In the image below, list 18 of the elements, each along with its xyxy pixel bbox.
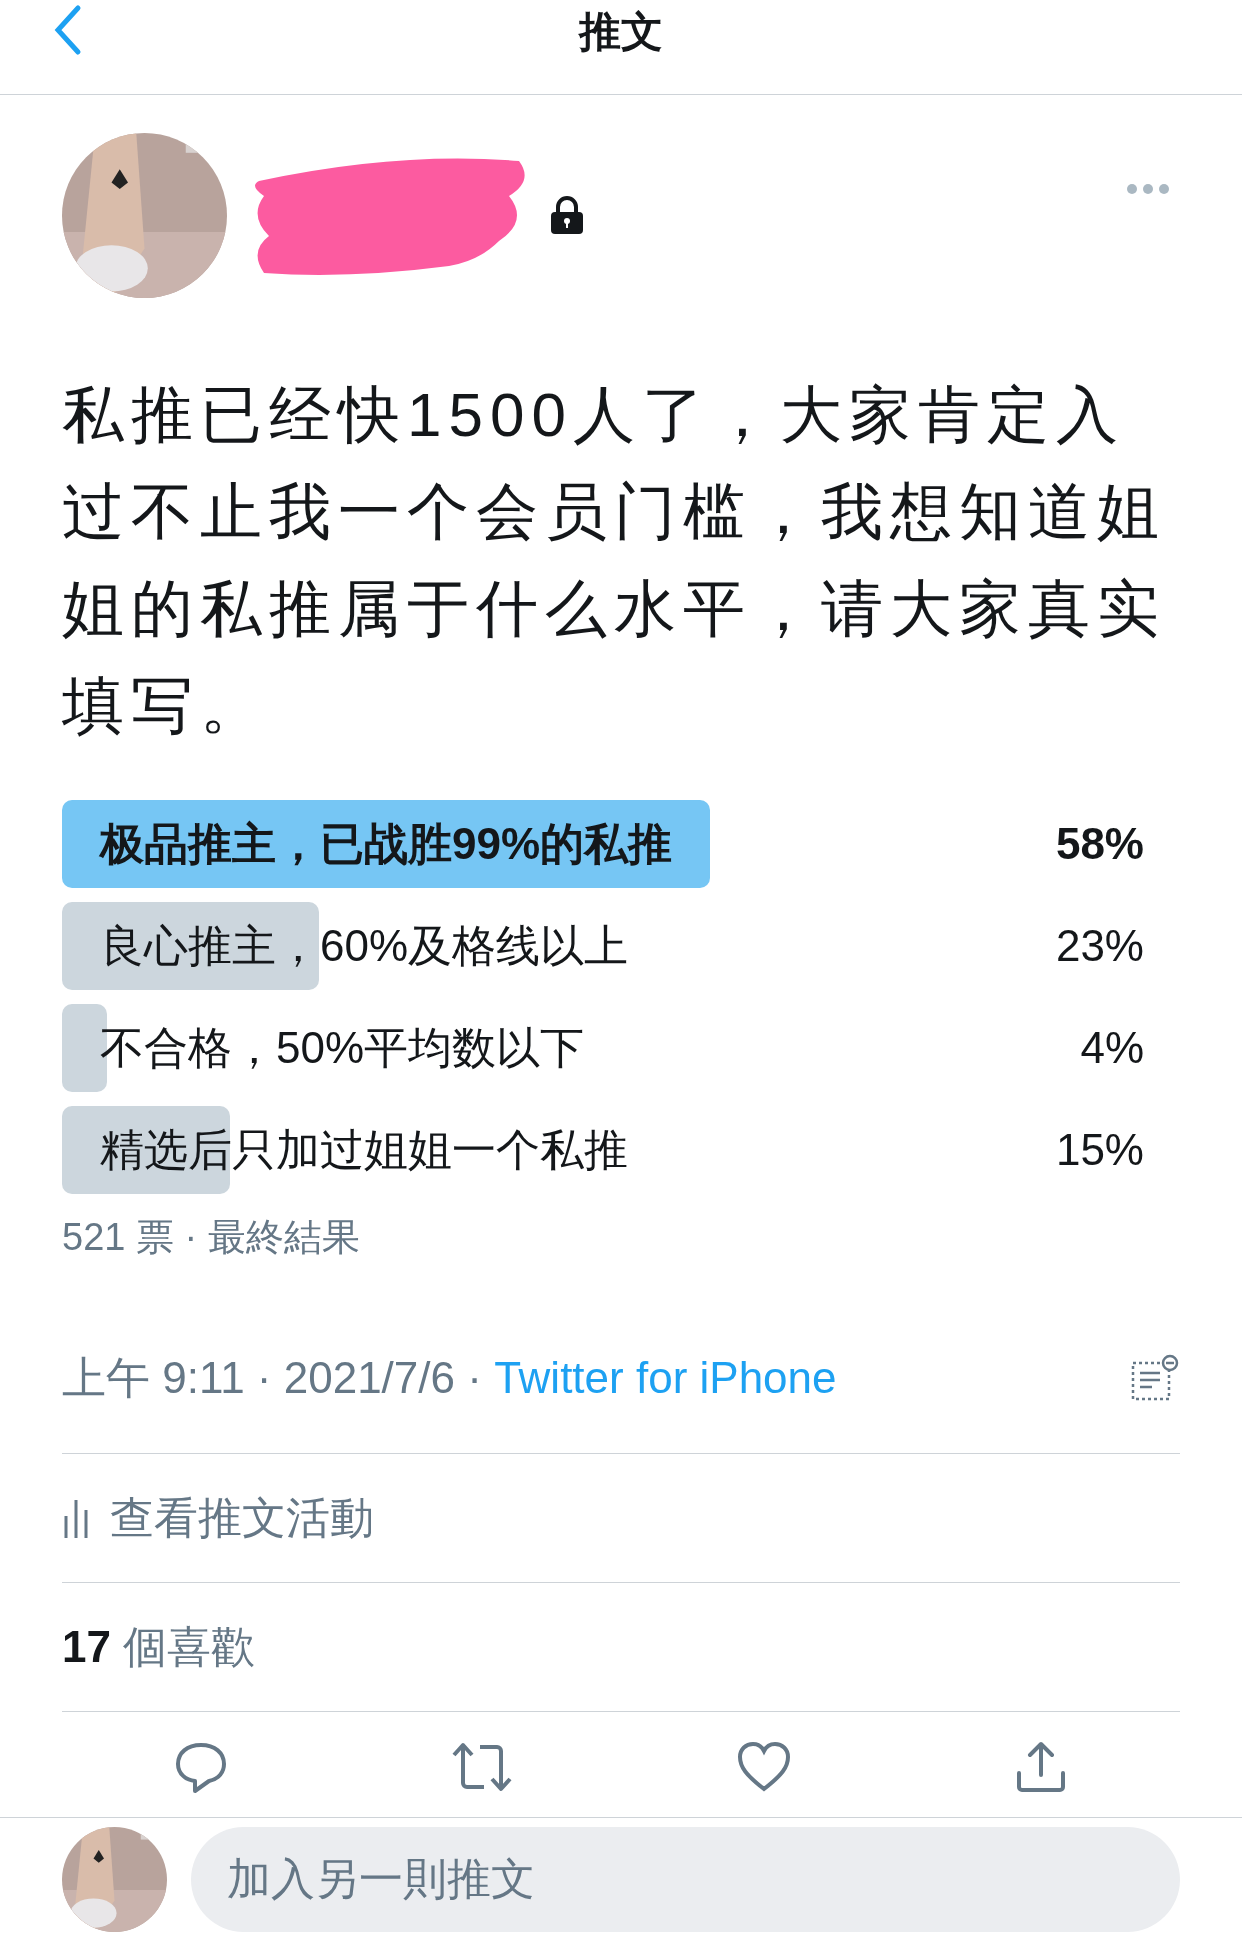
likes-count[interactable]: 17 個喜歡	[62, 1617, 256, 1677]
poll-percent: 58%	[1055, 819, 1145, 869]
poll-summary: 521 票 · 最終結果	[62, 1215, 361, 1260]
poll-option-label: 极品推主，已战胜99%的私推	[98, 817, 673, 870]
document-icon[interactable]	[1130, 1353, 1180, 1403]
tweet-timestamp: 上午 9:11 · 2021/7/6 · Twitter for iPhone	[62, 1351, 837, 1404]
poll-percent: 4%	[1080, 1023, 1145, 1073]
poll-option-label: 精选后只加过姐姐一个私推	[99, 1123, 628, 1176]
back-icon[interactable]	[52, 4, 82, 56]
tweet-text: 私推已经快1500人了，大家肯定入过不止我一个会员门槛，我想知道姐姐的私推属于什么水平，请大家真实填写。	[62, 379, 1167, 742]
poll-option-label: 不合格，50%平均数以下	[99, 1021, 585, 1074]
poll-percent: 15%	[1055, 1125, 1145, 1175]
poll-percent: 23%	[1055, 921, 1145, 971]
poll-option-label: 良心推主，60%及格线以上	[99, 919, 629, 972]
source-link[interactable]: Twitter for iPhone	[494, 1352, 837, 1402]
tweet-activity-link[interactable]: 查看推文活動	[110, 1488, 374, 1548]
header-title: 推文	[579, 7, 663, 57]
reply-input-field[interactable]: 加入另一則推文	[191, 1826, 1180, 1932]
